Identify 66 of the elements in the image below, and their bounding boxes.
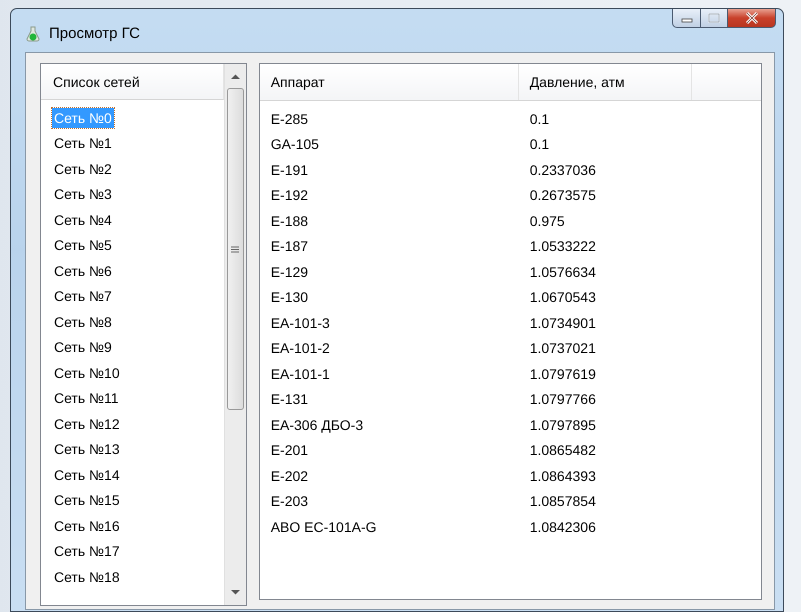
table-cell-text: 1.0857854 [528,493,596,510]
table-cell-text: E-187 [270,238,310,254]
network-item[interactable]: Сеть №12 [52,414,122,434]
column-header[interactable]: Давление, атм [518,64,692,100]
window-title: Просмотр ГС [49,25,140,42]
network-item[interactable]: Сеть №14 [52,464,122,485]
network-item[interactable]: Сеть №17 [52,541,122,562]
table-cell-text: 0.1 [528,110,550,127]
table-cell-text: E-192 [270,187,310,204]
table-cell-text: 1.0797766 [528,391,596,408]
network-item[interactable]: Сеть №7 [52,286,114,306]
table-cell-text: EA-101-1 [270,366,331,382]
network-item[interactable]: Сеть №1 [52,133,114,154]
network-item[interactable]: Сеть №4 [52,210,114,230]
maximize-icon [707,12,721,24]
column-header[interactable]: Список сетей [41,64,224,100]
close-button[interactable] [728,9,776,28]
network-item[interactable]: Сеть №15 [52,490,122,510]
table-cell-text: EA-101-3 [270,314,331,331]
table-cell-text: E-202 [270,468,310,484]
table-cell-text: 1.0734901 [528,314,596,331]
network-item[interactable]: Сеть №11 [52,388,121,408]
column-header[interactable]: Аппарат [260,64,519,100]
table-cell-text: E-129 [270,264,310,280]
table-cell-text: E-188 [270,212,310,229]
minimize-button[interactable] [672,9,701,28]
table-cell-text: 0.1 [528,136,550,152]
table-cell-text: E-285 [270,110,310,127]
table-cell-text: 1.0864393 [528,468,596,484]
scroll-down-icon[interactable] [230,589,240,595]
table-cell-text: 1.0737021 [528,340,596,356]
table-cell-text: GA-105 [270,136,320,152]
network-item[interactable]: Сеть №5 [52,235,114,256]
table-cell-text: E-131 [270,391,310,408]
scroll-thumb[interactable] [226,88,244,410]
table-cell-text: EA-101-2 [270,340,331,356]
network-item[interactable]: Сеть №18 [52,566,122,587]
scroll-up-icon[interactable] [230,74,240,80]
table-cell-text: 1.0797619 [528,366,596,382]
network-item[interactable]: Сеть №2 [52,158,114,179]
table-cell-text: EA-306 ДБО-3 [270,416,364,433]
network-item[interactable]: Сеть №16 [52,516,122,536]
network-item[interactable]: Сеть №6 [52,260,114,281]
network-item[interactable]: Сеть №9 [52,337,114,358]
table-cell-text: 1.0533222 [528,238,596,254]
network-item[interactable]: Сеть №8 [52,312,114,332]
network-item[interactable]: Сеть №10 [52,362,122,383]
table-cell-text: 1.0797895 [528,416,596,433]
table-cell-text: 1.0576634 [528,264,596,280]
table-cell-text: E-191 [270,162,310,178]
table-cell-text: 0.2337036 [528,162,596,178]
maximize-button[interactable] [701,9,728,28]
table-cell-text: E-203 [270,493,310,510]
flask-icon [25,26,41,42]
table-cell-text: 0.975 [528,212,565,229]
table-cell-text: 1.0670543 [528,289,596,306]
scrollbar[interactable] [224,64,246,605]
close-icon [744,11,760,25]
table-cell-text: 0.2673575 [528,187,596,204]
table-cell-text: 1.0865482 [528,442,596,458]
table-cell-text: E-130 [270,289,310,306]
network-item[interactable]: Сеть №3 [52,184,114,204]
table-cell-text: E-201 [270,442,310,458]
table-cell-text: ABO EC-101A-G [270,518,378,535]
network-item[interactable]: Сеть №13 [52,439,122,460]
table-cell-text: 1.0842306 [528,518,596,535]
